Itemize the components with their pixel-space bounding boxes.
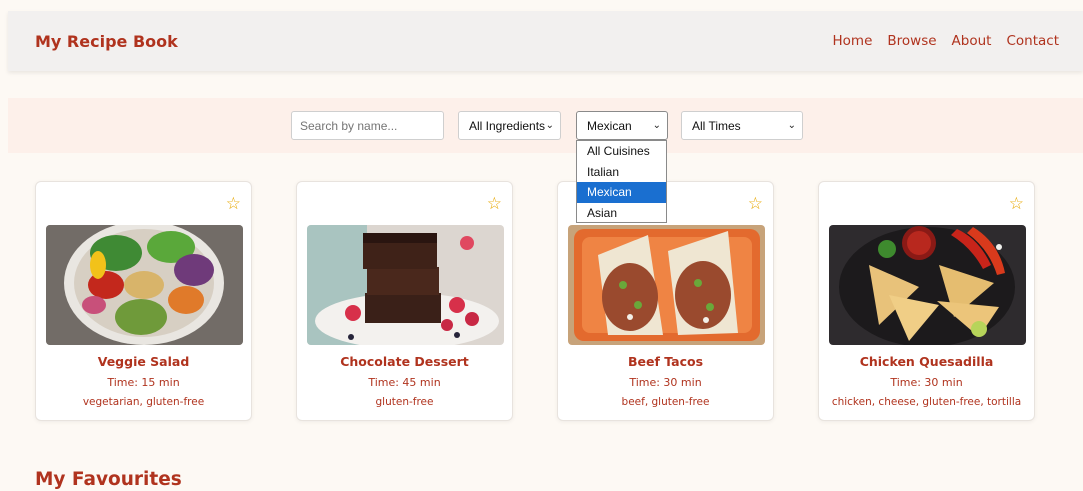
ingredients-select-value: All Ingredients <box>469 118 546 133</box>
cuisine-option-asian[interactable]: Asian <box>577 203 666 224</box>
nav-contact[interactable]: Contact <box>1006 33 1059 49</box>
star-outline-icon[interactable]: ☆ <box>748 196 763 213</box>
nav-home[interactable]: Home <box>833 33 873 49</box>
recipe-tags: beef, gluten-free <box>621 396 710 408</box>
recipe-tags: vegetarian, gluten-free <box>82 396 205 408</box>
nav-links: Home Browse About Contact <box>833 33 1059 49</box>
recipe-title: Veggie Salad <box>97 354 190 369</box>
cuisine-select[interactable]: Mexican ⌄ <box>576 111 668 140</box>
chevron-down-icon: ⌄ <box>545 120 554 131</box>
ingredients-select[interactable]: All Ingredients ⌄ <box>458 111 561 140</box>
recipe-card[interactable]: ☆ Chocolate Dessert Time: 45 min gluten-… <box>296 181 513 421</box>
brand-title[interactable]: My Recipe Book <box>35 32 178 51</box>
top-navbar: My Recipe Book Home Browse About Contact <box>8 11 1083 71</box>
star-outline-icon[interactable]: ☆ <box>1009 196 1024 213</box>
times-select[interactable]: All Times ⌄ <box>681 111 803 140</box>
star-outline-icon[interactable]: ☆ <box>487 196 502 213</box>
recipe-time: Time: 30 min <box>890 376 963 389</box>
cuisine-option-italian[interactable]: Italian <box>577 162 666 183</box>
chevron-down-icon: ⌄ <box>787 120 796 131</box>
recipe-card[interactable]: ☆ Veggie Salad Time: 15 min vegetarian, … <box>35 181 252 421</box>
recipe-time: Time: 30 min <box>629 376 702 389</box>
cuisine-select-value: Mexican <box>587 118 632 133</box>
favourites-heading: My Favourites <box>35 469 182 490</box>
recipe-title: Chocolate Dessert <box>340 354 469 369</box>
recipe-image-tacos-tray <box>568 225 765 345</box>
cuisine-option-mexican[interactable]: Mexican <box>577 182 666 203</box>
recipe-image-salad-bowl <box>46 225 243 345</box>
recipe-tags: gluten-free <box>375 396 434 408</box>
nav-browse[interactable]: Browse <box>887 33 936 49</box>
cuisine-option-all[interactable]: All Cuisines <box>577 141 666 162</box>
search-input[interactable] <box>291 111 444 140</box>
recipe-time: Time: 45 min <box>368 376 441 389</box>
recipe-image-quesadilla-plate <box>829 225 1026 345</box>
recipe-image-brownie-stack <box>307 225 504 345</box>
star-outline-icon[interactable]: ☆ <box>226 196 241 213</box>
chevron-down-icon: ⌄ <box>652 120 661 131</box>
times-select-value: All Times <box>692 118 741 133</box>
nav-about[interactable]: About <box>952 33 992 49</box>
recipe-tags: chicken, cheese, gluten-free, tortilla <box>831 396 1022 408</box>
recipe-title: Beef Tacos <box>627 354 704 369</box>
recipe-time: Time: 15 min <box>107 376 180 389</box>
recipe-title: Chicken Quesadilla <box>859 354 994 369</box>
cuisine-dropdown-list: All Cuisines Italian Mexican Asian <box>576 140 667 223</box>
recipe-card[interactable]: ☆ Chicken Quesadilla Time: 30 min chicke… <box>818 181 1035 421</box>
